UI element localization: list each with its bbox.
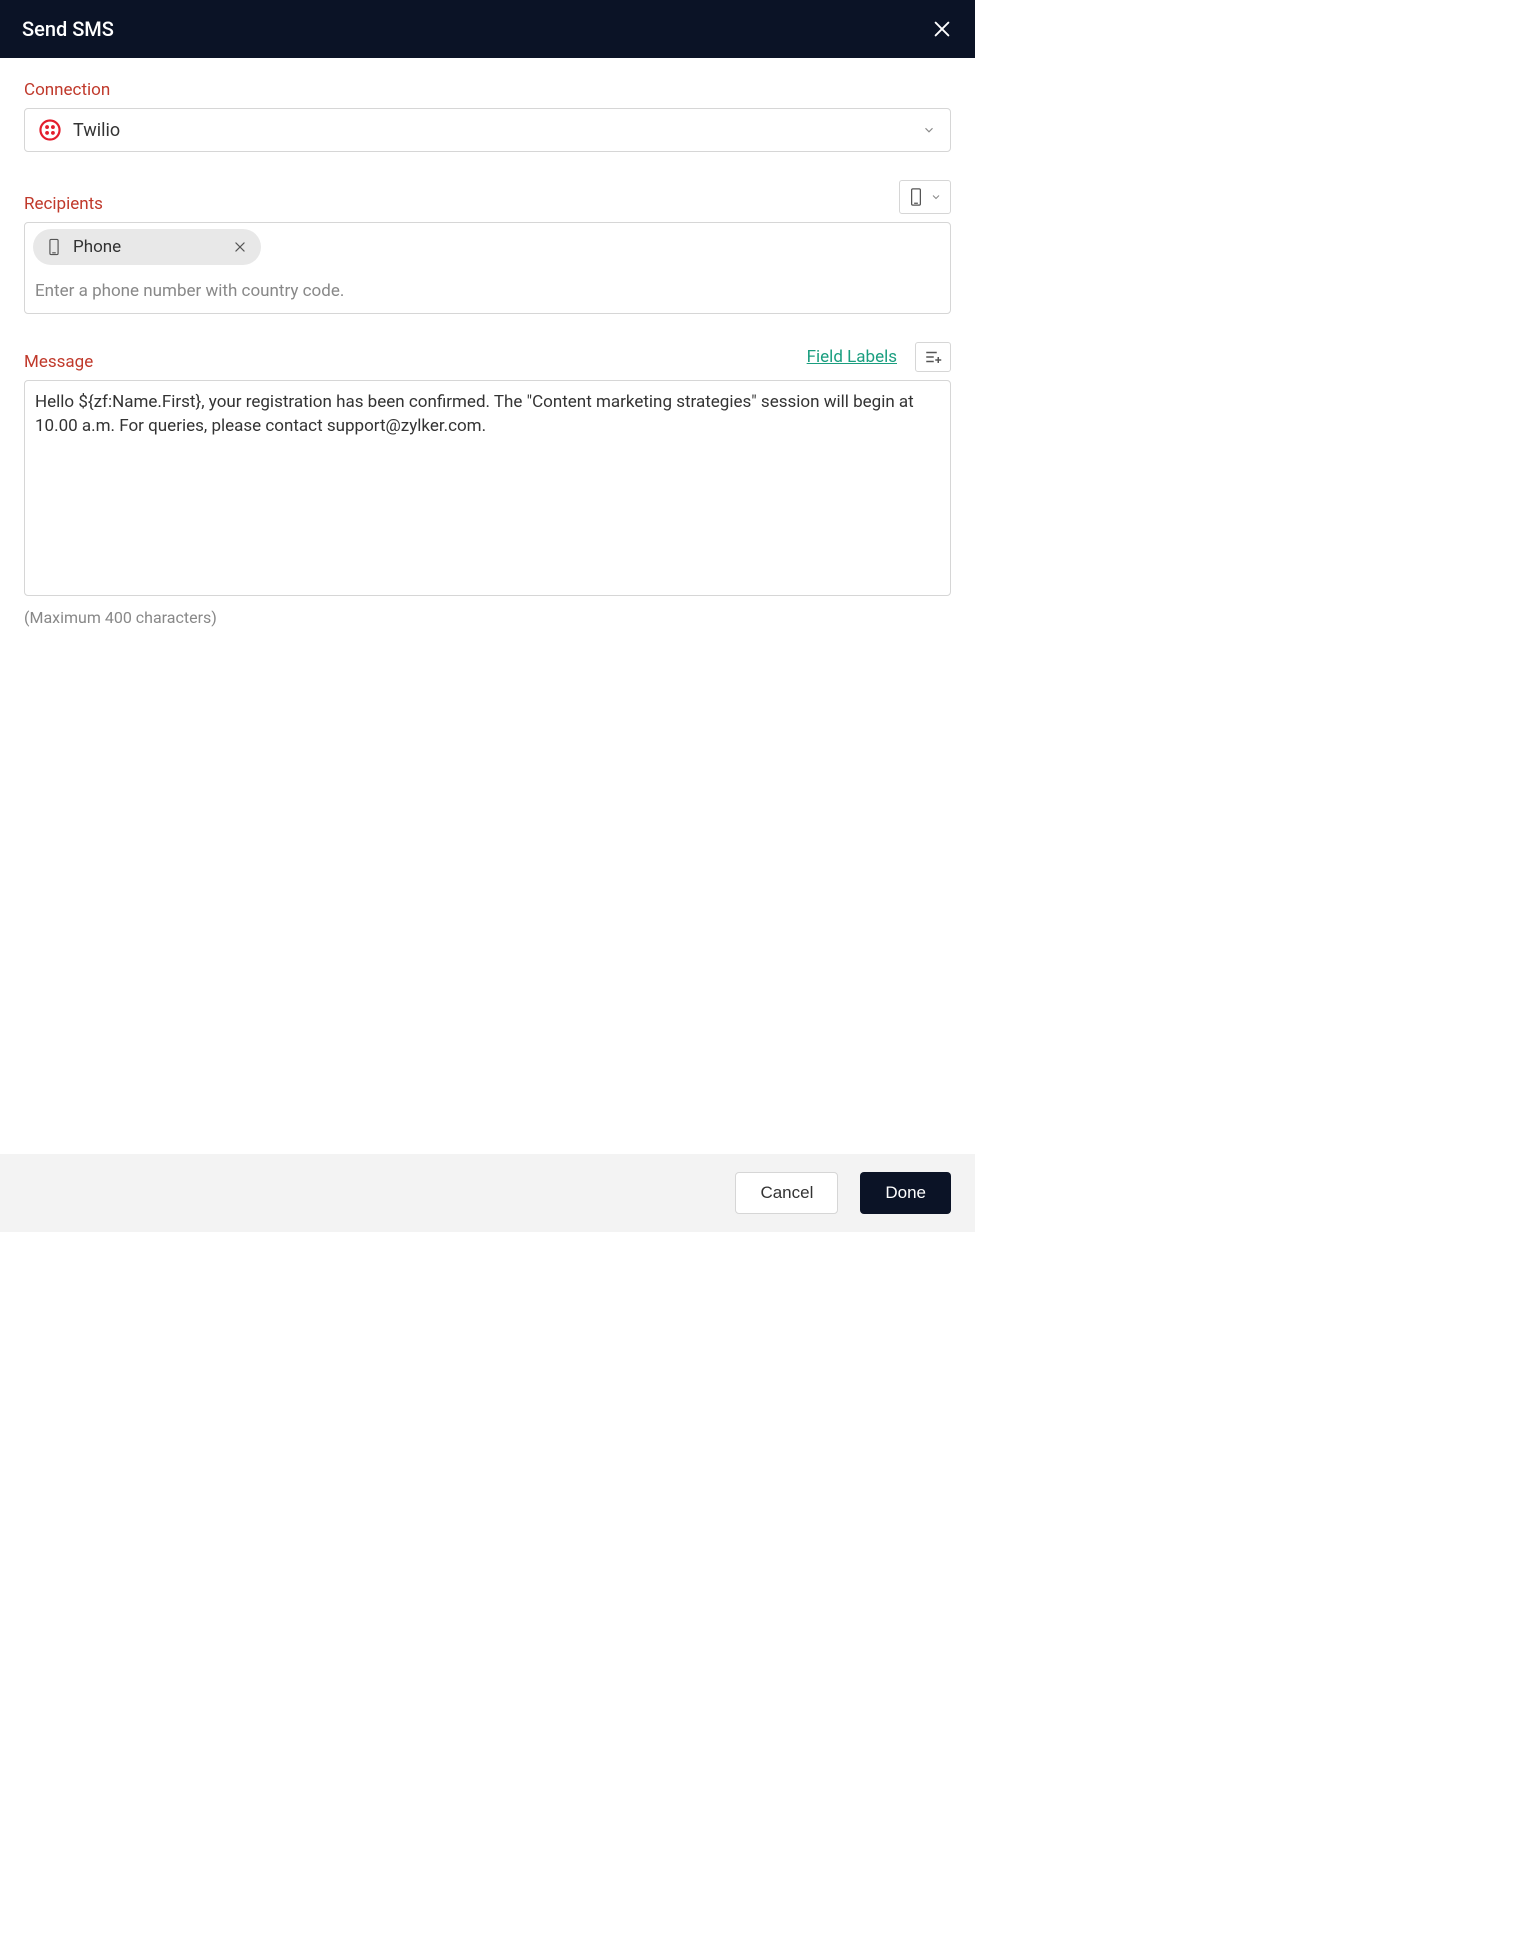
dialog-footer: Cancel Done bbox=[0, 1154, 975, 1232]
close-icon bbox=[233, 240, 247, 254]
close-button[interactable] bbox=[931, 18, 953, 40]
close-icon bbox=[931, 18, 953, 40]
phone-icon bbox=[908, 187, 924, 207]
message-textarea[interactable] bbox=[24, 380, 951, 596]
connection-select[interactable]: Twilio bbox=[24, 108, 951, 152]
recipients-picker-button[interactable] bbox=[899, 180, 951, 214]
connection-value: Twilio bbox=[73, 120, 120, 141]
insert-field-button[interactable] bbox=[915, 342, 951, 372]
recipient-chip: Phone bbox=[33, 229, 261, 265]
message-section: Message Field Labels (Maximum 400 charac… bbox=[24, 342, 951, 627]
message-label: Message bbox=[24, 352, 93, 372]
phone-icon bbox=[47, 237, 61, 257]
connection-label: Connection bbox=[24, 80, 110, 100]
chevron-down-icon bbox=[922, 123, 936, 137]
field-labels-link[interactable]: Field Labels bbox=[807, 347, 897, 367]
recipient-chip-label: Phone bbox=[73, 237, 221, 257]
insert-field-icon bbox=[924, 349, 942, 365]
recipients-section: Recipients Phone bbox=[24, 180, 951, 314]
done-button[interactable]: Done bbox=[860, 1172, 951, 1214]
message-helper: (Maximum 400 characters) bbox=[24, 608, 951, 627]
recipients-label: Recipients bbox=[24, 194, 103, 214]
connection-section: Connection Twilio bbox=[24, 80, 951, 152]
recipients-input-box[interactable]: Phone Enter a phone number with country … bbox=[24, 222, 951, 314]
dialog-header: Send SMS bbox=[0, 0, 975, 58]
chevron-down-icon bbox=[930, 191, 942, 203]
dialog-title: Send SMS bbox=[22, 17, 114, 41]
recipient-chip-remove[interactable] bbox=[233, 240, 247, 254]
twilio-icon bbox=[39, 119, 61, 141]
cancel-button[interactable]: Cancel bbox=[735, 1172, 838, 1214]
dialog-content: Connection Twilio Recipients bbox=[0, 58, 975, 1154]
recipients-placeholder: Enter a phone number with country code. bbox=[33, 275, 942, 301]
